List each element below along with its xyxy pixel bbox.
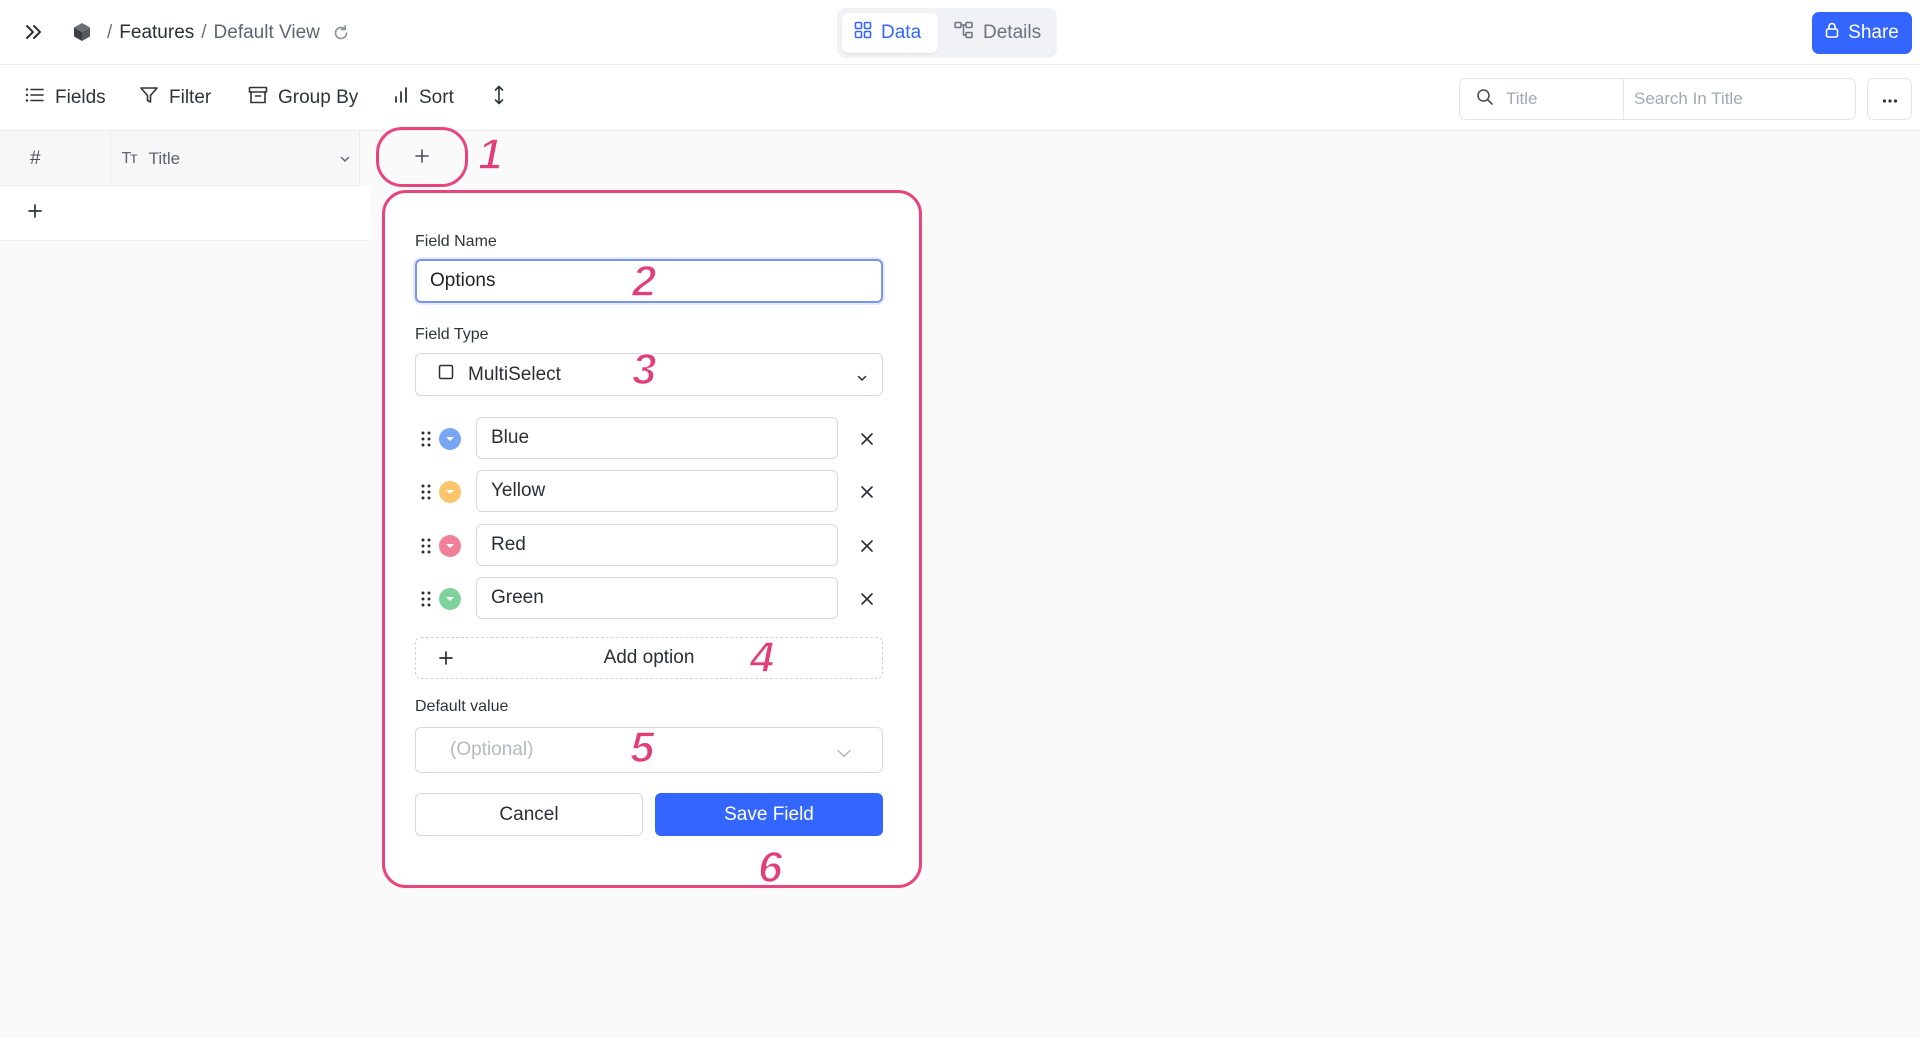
plus-icon xyxy=(27,203,43,224)
share-label: Share xyxy=(1848,22,1899,43)
archive-icon xyxy=(248,86,268,110)
default-value-placeholder: (Optional) xyxy=(450,739,534,760)
option-input[interactable] xyxy=(476,524,838,566)
row-height-button[interactable] xyxy=(493,85,505,111)
filter-button[interactable]: Filter xyxy=(139,85,211,111)
field-type-value: MultiSelect xyxy=(468,363,561,385)
option-color-picker[interactable] xyxy=(439,428,461,450)
search-field-selector[interactable]: Title xyxy=(1460,79,1624,119)
save-field-button[interactable]: Save Field xyxy=(655,793,883,836)
filter-label: Filter xyxy=(169,87,212,108)
top-bar: / Features / Default View Data Details S… xyxy=(0,0,1920,65)
list-icon xyxy=(25,87,45,109)
remove-option-icon[interactable] xyxy=(857,482,877,502)
search-input[interactable] xyxy=(1624,79,1855,119)
option-input[interactable] xyxy=(476,470,838,512)
expand-sidebar-icon[interactable] xyxy=(22,20,46,44)
reload-icon[interactable] xyxy=(332,24,350,42)
search-field-label: Title xyxy=(1506,89,1538,108)
more-options-button[interactable] xyxy=(1867,78,1912,120)
add-row-button[interactable] xyxy=(23,201,47,225)
base-icon xyxy=(70,20,94,44)
search-icon xyxy=(1476,88,1494,111)
remove-option-icon[interactable] xyxy=(857,589,877,609)
field-name-input[interactable] xyxy=(415,259,883,303)
tab-details-label: Details xyxy=(983,22,1042,43)
title-column-header[interactable]: Tт Title xyxy=(111,131,360,186)
share-button[interactable]: Share xyxy=(1812,12,1912,54)
option-input[interactable] xyxy=(476,577,838,619)
tab-details[interactable]: Details xyxy=(942,13,1052,53)
tab-data-label: Data xyxy=(881,22,922,43)
fields-label: Fields xyxy=(55,87,106,108)
sort-button[interactable]: Sort xyxy=(393,85,454,111)
field-name-label: Field Name xyxy=(415,233,497,250)
group-by-label: Group By xyxy=(278,87,359,108)
drag-handle-icon[interactable] xyxy=(420,429,432,449)
title-column-label: Title xyxy=(148,148,181,168)
field-type-select[interactable]: MultiSelect xyxy=(415,353,883,396)
more-horizontal-icon xyxy=(1882,90,1898,108)
checkbox-icon xyxy=(438,364,454,386)
cancel-button[interactable]: Cancel xyxy=(415,793,643,836)
default-value-select[interactable]: (Optional) xyxy=(415,727,883,773)
filter-icon xyxy=(139,85,159,111)
tab-data[interactable]: Data xyxy=(842,13,938,53)
add-field-dialog: Field Name Field Type MultiSelect xyxy=(385,193,919,885)
plus-icon xyxy=(438,650,454,672)
fields-button[interactable]: Fields xyxy=(25,85,106,111)
drag-handle-icon[interactable] xyxy=(420,482,432,502)
breadcrumb-view[interactable]: Default View xyxy=(214,22,320,44)
drag-handle-icon[interactable] xyxy=(420,589,432,609)
add-column-button[interactable] xyxy=(375,131,469,186)
breadcrumb: / Features / Default View xyxy=(100,20,350,46)
group-by-button[interactable]: Group By xyxy=(248,85,358,111)
option-color-picker[interactable] xyxy=(439,535,461,557)
option-row xyxy=(415,470,883,514)
option-input[interactable] xyxy=(476,417,838,459)
option-row xyxy=(415,417,883,461)
plus-icon xyxy=(414,148,430,169)
chevron-down-icon xyxy=(856,368,868,390)
drag-handle-icon[interactable] xyxy=(420,536,432,556)
remove-option-icon[interactable] xyxy=(857,429,877,449)
option-color-picker[interactable] xyxy=(439,588,461,610)
grid-area: # Tт Title xyxy=(0,131,1920,1038)
option-row xyxy=(415,524,883,568)
sort-icon xyxy=(393,86,409,110)
view-switcher: Data Details xyxy=(837,8,1057,58)
add-row-strip xyxy=(0,186,370,241)
grid-header: # Tт Title xyxy=(0,131,360,186)
chevron-down-icon xyxy=(836,743,852,765)
sort-label: Sort xyxy=(419,87,454,108)
breadcrumb-base[interactable]: Features xyxy=(119,22,194,44)
schema-icon xyxy=(954,21,974,45)
chevron-down-icon[interactable] xyxy=(339,150,351,170)
breadcrumb-separator: / xyxy=(201,22,207,43)
view-toolbar: Fields Filter Group By Sort Title xyxy=(0,65,1920,131)
option-color-picker[interactable] xyxy=(439,481,461,503)
search-bar: Title xyxy=(1459,78,1856,120)
default-value-label: Default value xyxy=(415,698,509,715)
row-height-icon xyxy=(493,85,505,111)
breadcrumb-separator: / xyxy=(107,22,113,43)
grid-icon xyxy=(854,21,872,45)
option-row xyxy=(415,577,883,621)
text-type-icon: Tт xyxy=(121,149,137,167)
add-option-button[interactable]: Add option xyxy=(415,637,883,679)
add-option-label: Add option xyxy=(603,647,695,668)
row-number-header: # xyxy=(0,131,112,186)
field-type-label: Field Type xyxy=(415,326,489,343)
lock-icon xyxy=(1825,22,1839,44)
remove-option-icon[interactable] xyxy=(857,536,877,556)
